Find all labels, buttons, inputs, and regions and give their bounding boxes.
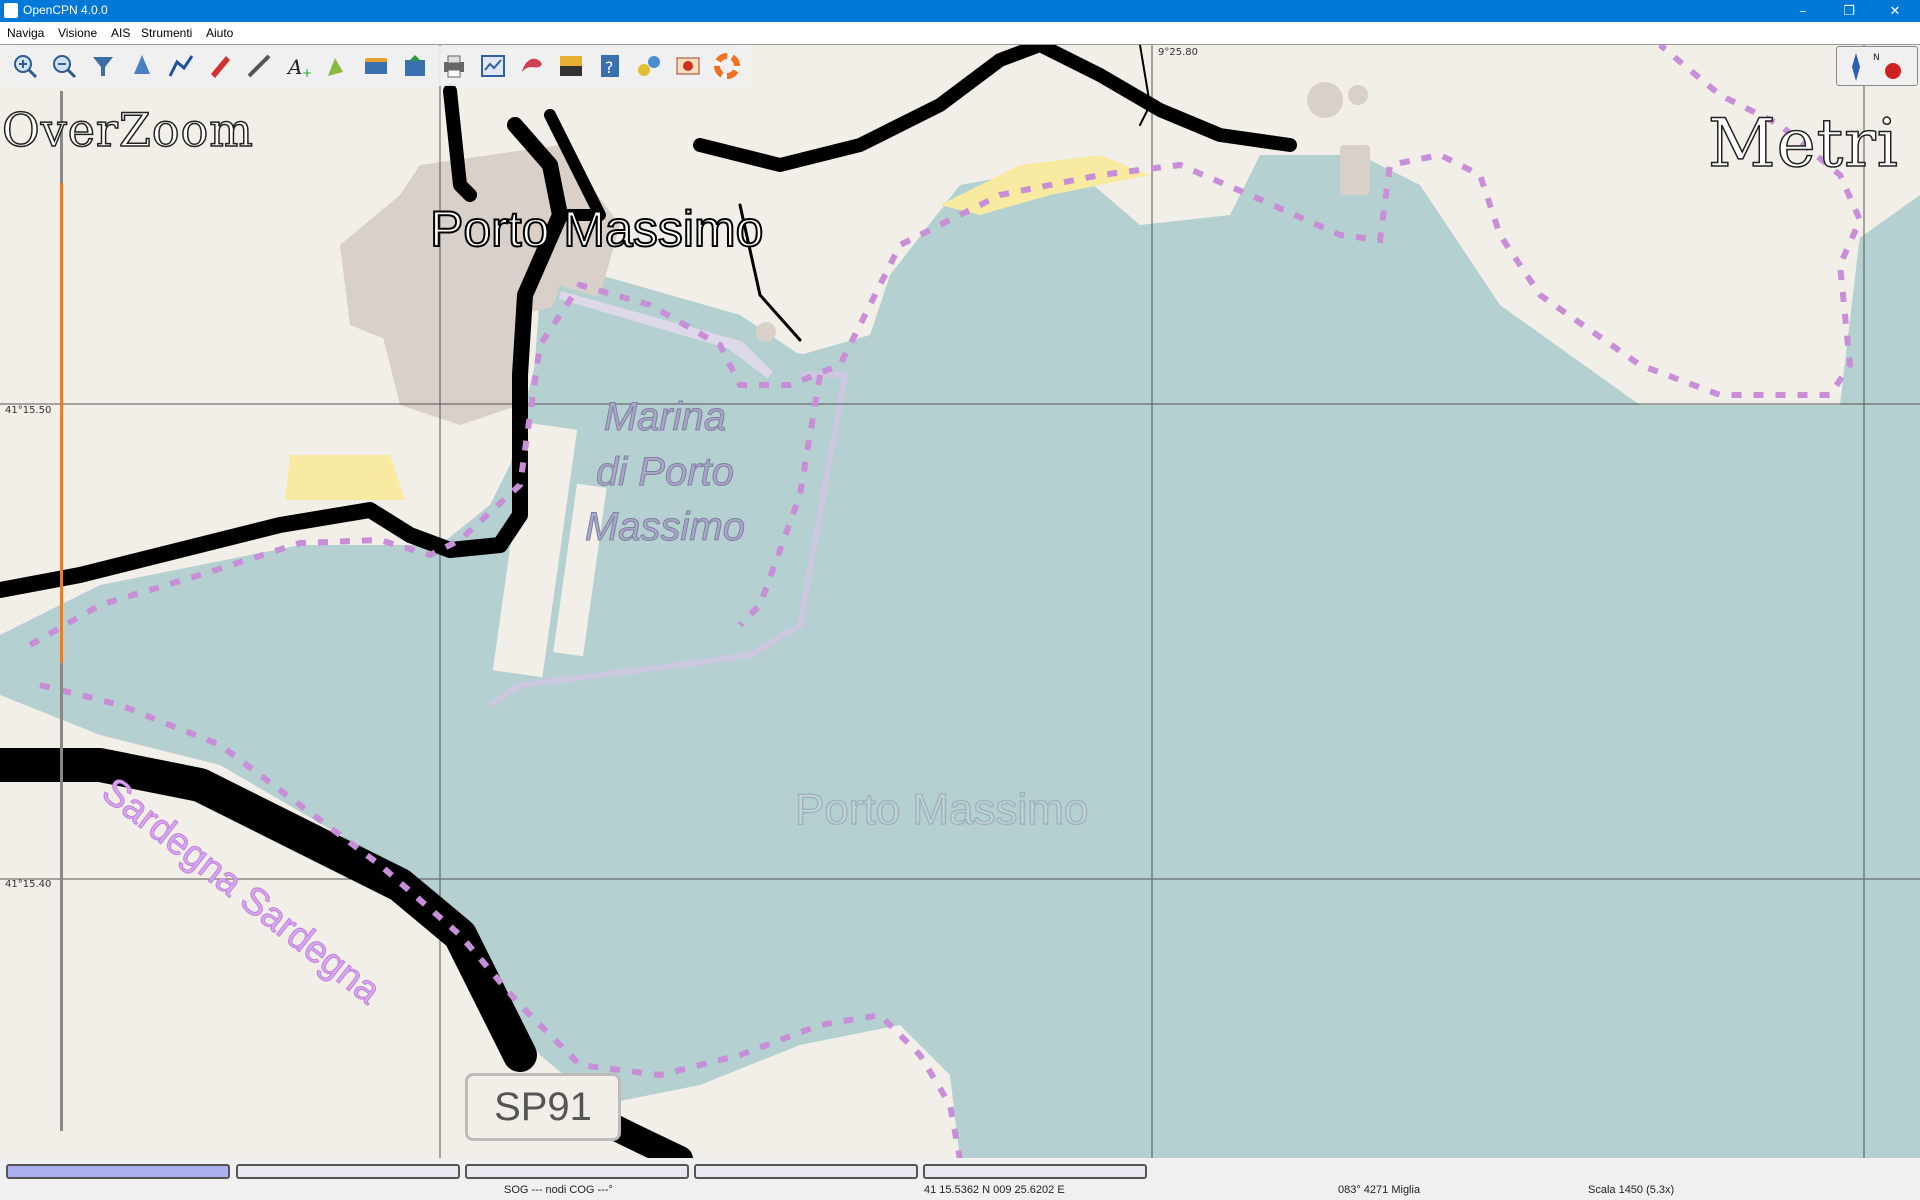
town-label: Porto Massimo (429, 200, 764, 258)
measure-button[interactable] (242, 49, 276, 83)
help-button[interactable]: ? (593, 49, 627, 83)
main-toolbar: A + ? (4, 46, 748, 86)
measure-icon (247, 54, 271, 78)
palette-icon (522, 58, 542, 72)
mark-button[interactable] (320, 49, 354, 83)
lon-label: 9°25.80 (1158, 47, 1198, 58)
lat-label-2: 41°15.40 (5, 879, 52, 890)
print-icon (444, 55, 464, 78)
progress-segment-3 (465, 1164, 689, 1179)
zoom-out-icon (53, 55, 77, 79)
mob-button[interactable] (671, 49, 705, 83)
zoom-in-button[interactable] (8, 49, 42, 83)
progress-segment-4 (694, 1164, 918, 1179)
progress-segment-2 (236, 1164, 460, 1179)
minimize-button[interactable]: – (1780, 0, 1826, 22)
close-button[interactable]: ✕ (1872, 0, 1918, 22)
zoom-in-icon (14, 55, 38, 79)
cursor-position-readout: 41 15.5362 N 009 25.6202 E (924, 1184, 1065, 1196)
mark-icon (328, 58, 343, 76)
menu-bar: Naviga Visione AIS Strumenti Aiuto (0, 22, 1920, 44)
filter-icon (93, 57, 113, 76)
window-title: OpenCPN 4.0.0 (23, 3, 108, 17)
plugin-button[interactable] (632, 49, 666, 83)
text-icon: A + (286, 55, 312, 80)
ais-icon (134, 55, 150, 74)
zoom-out-button[interactable] (47, 49, 81, 83)
menu-aiuto[interactable]: Aiuto (206, 26, 233, 40)
svg-text:?: ? (605, 58, 614, 77)
status-bar: SOG --- nodi COG ---° 41 15.5362 N 009 2… (0, 1158, 1920, 1200)
filter-button[interactable] (86, 49, 120, 83)
sog-cog-readout: SOG --- nodi COG ---° (504, 1184, 613, 1196)
tide-icon (560, 56, 582, 76)
ais-button[interactable] (125, 49, 159, 83)
progress-segment-1 (6, 1164, 230, 1179)
title-bar: OpenCPN 4.0.0 – ❐ ✕ (0, 0, 1920, 22)
plugin-icon (638, 56, 660, 76)
compass-widget[interactable]: N (1836, 46, 1918, 86)
track-button[interactable] (203, 49, 237, 83)
layers-icon (405, 55, 425, 76)
svg-text:A: A (286, 55, 302, 79)
lifering-button[interactable] (710, 49, 744, 83)
settings-icon (481, 55, 505, 77)
scale-bar-highlight (60, 183, 63, 663)
menu-strumenti[interactable]: Strumenti (141, 26, 192, 40)
chart-button[interactable] (359, 49, 393, 83)
units-label: Metri (1707, 104, 1899, 183)
bearing-distance-readout: 083° 4271 Miglia (1338, 1184, 1421, 1196)
print-button[interactable] (437, 49, 471, 83)
road-shield: SP91 (465, 1073, 621, 1141)
palette-button[interactable] (515, 49, 549, 83)
map-svg[interactable] (0, 45, 1920, 1159)
chart-icon (365, 58, 387, 74)
route-icon (168, 55, 194, 77)
help-icon: ? (601, 55, 619, 77)
layers-button[interactable] (398, 49, 432, 83)
menu-ais[interactable]: AIS (111, 26, 130, 40)
scale-readout: Scala 1450 (5.3x) (1588, 1184, 1675, 1196)
menu-visione[interactable]: Visione (58, 26, 97, 40)
restore-button[interactable]: ❐ (1826, 0, 1872, 22)
beach-west (285, 455, 405, 500)
svg-text:N: N (1873, 53, 1880, 63)
compass-icon: N (1852, 53, 1901, 81)
lat-label-1: 41°15.50 (5, 405, 52, 416)
route-button[interactable] (164, 49, 198, 83)
lifering-icon (714, 53, 740, 79)
tide-button[interactable] (554, 49, 588, 83)
app-icon (4, 3, 18, 18)
progress-segment-5 (923, 1164, 1147, 1179)
overzoom-label: OverZoom (1, 102, 254, 158)
bay-label: Porto Massimo (794, 784, 1089, 835)
marina-label: Marina di Porto Massimo (584, 395, 746, 550)
settings-button[interactable] (476, 49, 510, 83)
mob-icon (676, 57, 700, 75)
text-button[interactable]: A + (281, 49, 315, 83)
chart-canvas[interactable]: Porto Massimo Marina di Porto Massimo Po… (0, 44, 1920, 1159)
svg-text:+: + (302, 66, 312, 80)
menu-naviga[interactable]: Naviga (7, 26, 44, 40)
track-icon (211, 56, 230, 78)
